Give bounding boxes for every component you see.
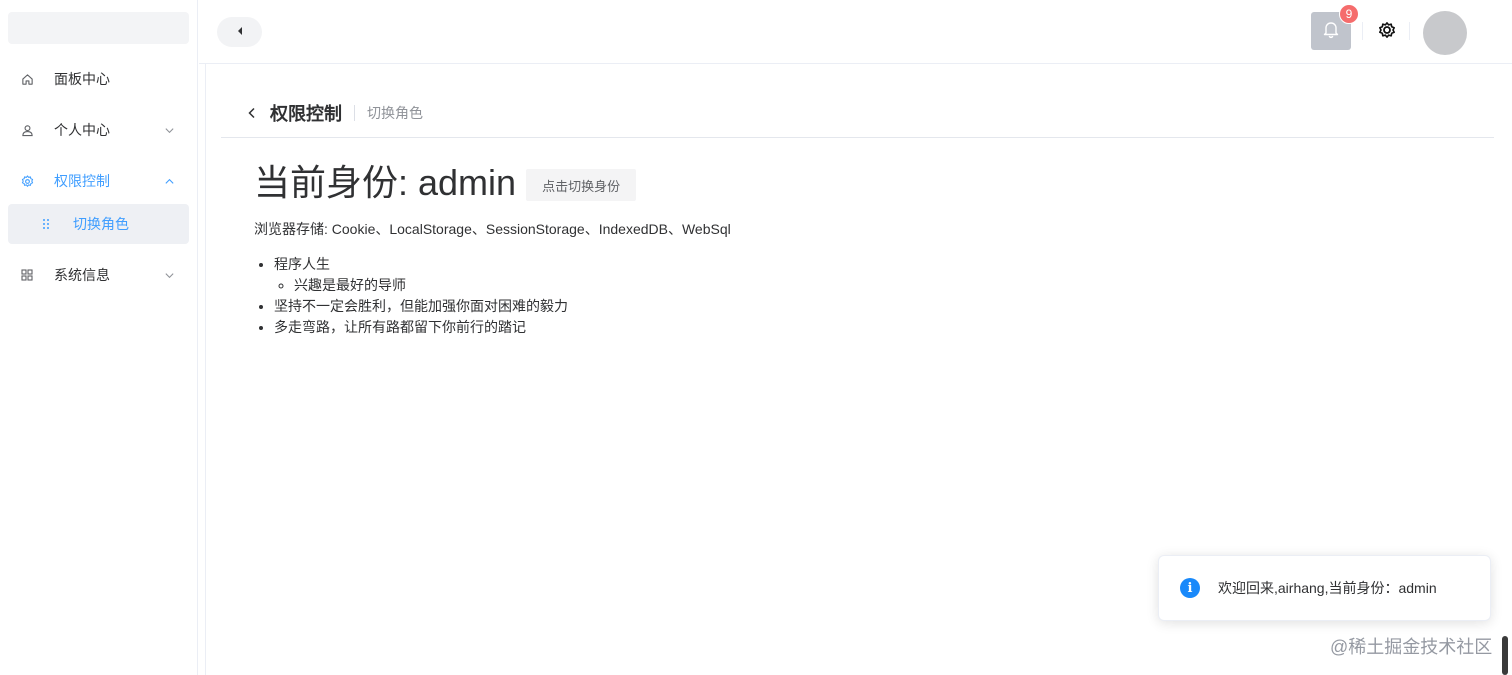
page-title: 权限控制 [270,103,342,124]
identity-heading: 当前身份: admin [254,162,517,203]
storage-info-text: 浏览器存储: Cookie、LocalStorage、SessionStorag… [254,221,731,237]
list-item-text: 多走弯路，让所有路都留下你前行的踏记 [274,319,526,335]
sidebar-item-label: 个人中心 [54,122,110,138]
grid-icon [20,268,34,282]
sidebar-item-label: 权限控制 [54,173,110,189]
list-item-text: 兴趣是最好的导师 [294,277,406,293]
notification-badge: 9 [1339,4,1359,24]
sidebar-item-label: 面板中心 [54,71,110,87]
sidebar-item-profile[interactable]: 个人中心 [8,110,189,150]
info-icon: i [1180,578,1200,598]
gear-icon [20,174,34,188]
list-item: 多走弯路，让所有路都留下你前行的踏记 [274,317,568,338]
notification-message: 欢迎回来,airhang,当前身份：admin [1218,580,1437,596]
welcome-notification[interactable]: i 欢迎回来,airhang,当前身份：admin [1158,555,1491,621]
sidebar-item-label: 系统信息 [54,267,110,283]
chevron-down-icon [163,269,175,281]
submenu-item-switch-role[interactable]: 切换角色 [8,204,189,244]
scrollbar-handle[interactable] [1502,636,1508,675]
switch-identity-button[interactable]: 点击切换身份 [526,169,637,201]
identity-row: 当前身份: admin 点击切换身份 [254,154,637,206]
list-item: 程序人生 兴趣是最好的导师 [274,254,568,296]
page-header-divider [354,104,355,121]
list-item-text: 坚持不一定会胜利，但能加强你面对困难的毅力 [274,298,568,314]
motto-list: 程序人生 兴趣是最好的导师 坚持不一定会胜利，但能加强你面对困难的毅力 多走弯路… [254,254,568,338]
chevron-down-icon [163,124,175,136]
watermark: @稀土掘金技术社区 [1330,637,1493,657]
settings-gear-icon [1377,20,1397,45]
settings-button[interactable] [1375,20,1399,44]
list-item: 坚持不一定会胜利，但能加强你面对困难的毅力 [274,296,568,317]
home-icon [20,72,34,86]
logo-placeholder [8,12,189,44]
bell-icon [1321,19,1341,44]
page-subtitle: 切换角色 [367,104,423,121]
caret-left-icon [236,23,244,41]
list-item-text: 程序人生 [274,256,330,272]
sidebar: 面板中心 个人中心 权限控制 切换角色 系统信息 [0,0,198,675]
back-arrow-icon[interactable] [244,105,260,121]
sidebar-item-system-info[interactable]: 系统信息 [8,255,189,295]
sidebar-item-dashboard[interactable]: 面板中心 [8,59,189,99]
sub-list-item: 兴趣是最好的导师 [294,275,568,296]
sidebar-item-permissions[interactable]: 权限控制 [8,161,189,201]
page-header: 权限控制 切换角色 [221,88,1494,138]
chevron-up-icon [163,175,175,187]
drag-dots-icon [41,218,51,230]
collapse-sidebar-button[interactable] [217,17,262,47]
header-divider [1362,22,1363,40]
app-root: 面板中心 个人中心 权限控制 切换角色 系统信息 9 权限控制 切换角色 当前身… [0,0,1512,675]
avatar[interactable] [1423,11,1467,55]
user-icon [20,123,34,137]
top-header: 9 [199,0,1512,64]
header-divider [1409,22,1410,40]
submenu-item-label: 切换角色 [73,216,129,232]
